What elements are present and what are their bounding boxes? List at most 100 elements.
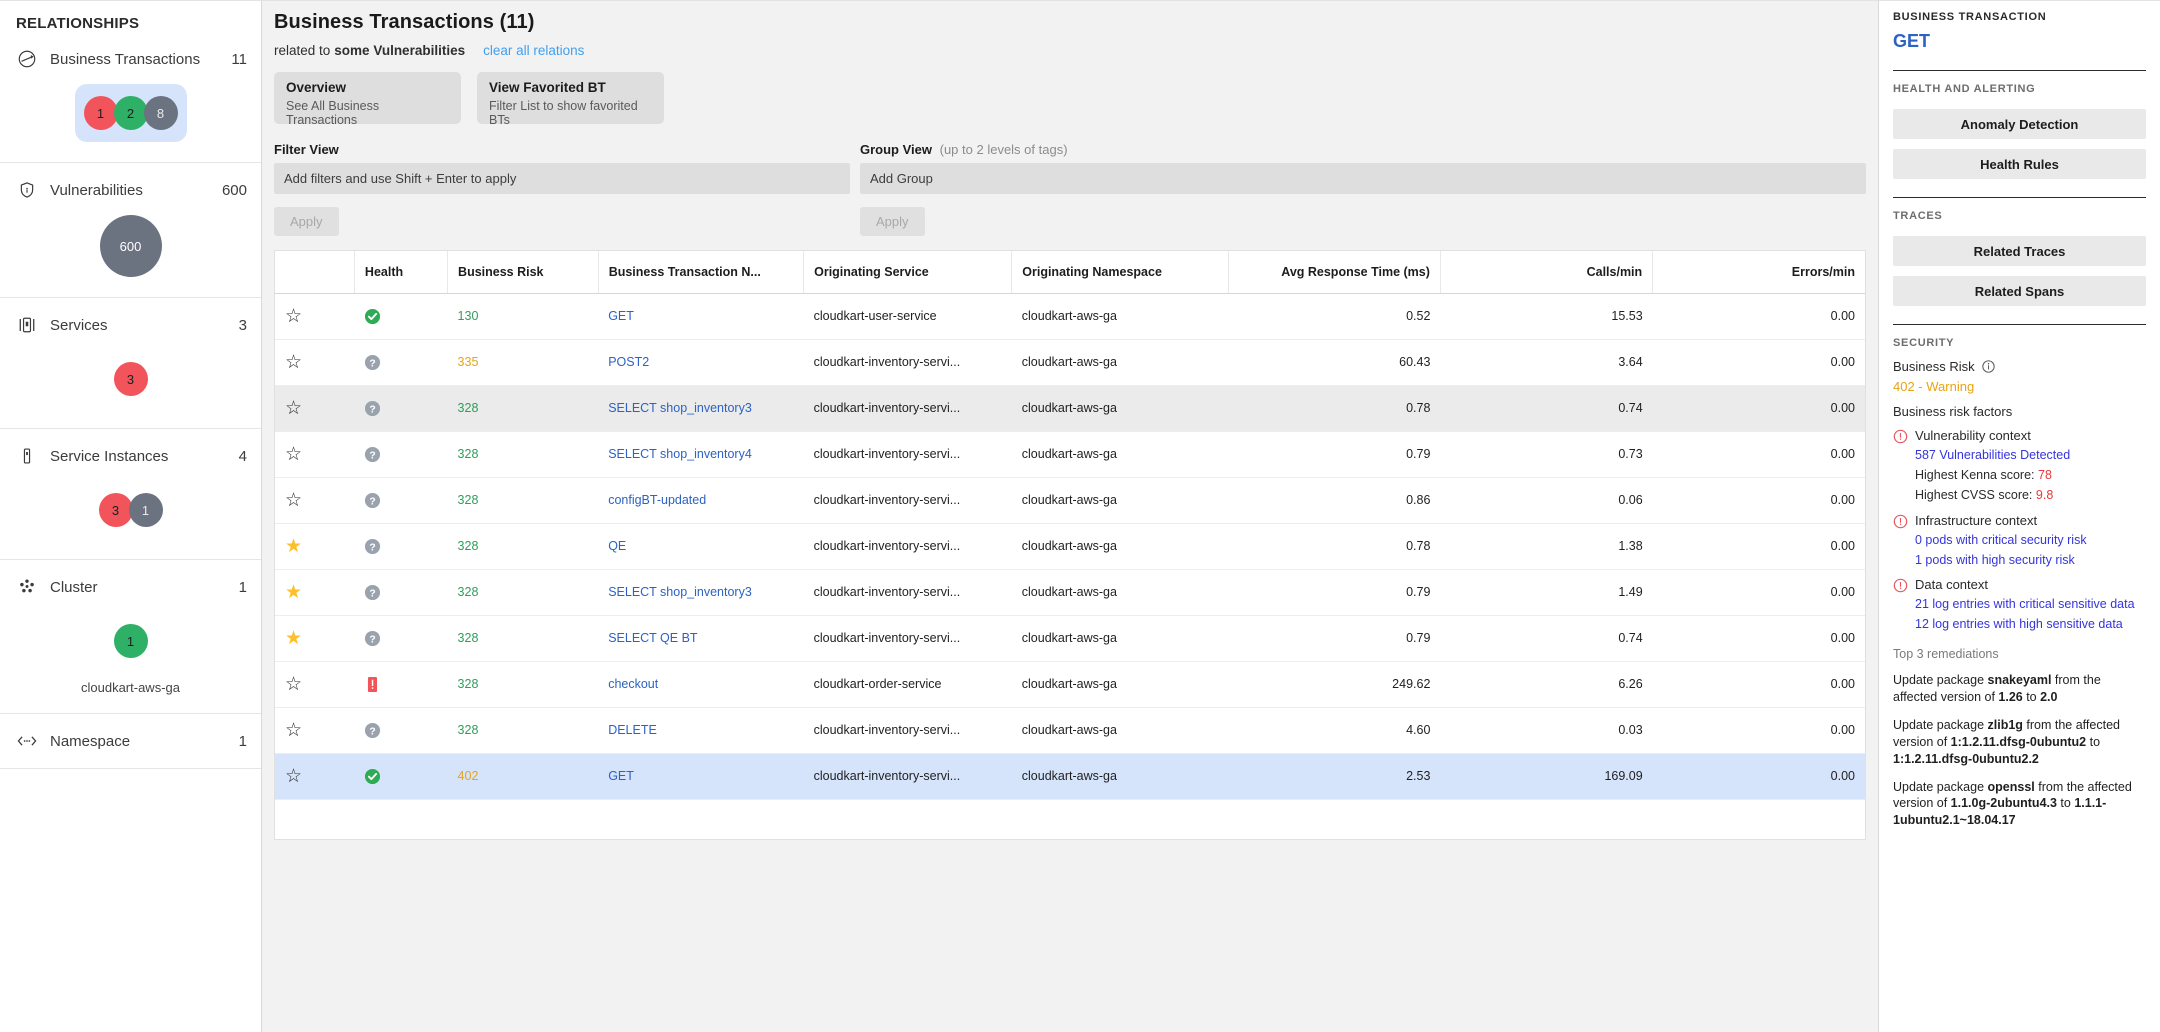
- calls-per-min-cell: 0.73: [1440, 431, 1653, 478]
- risk-context-link[interactable]: 587 Vulnerabilities Detected: [1915, 447, 2146, 464]
- business-risk-value: 328: [457, 401, 479, 415]
- table-row[interactable]: ☆? 335 POST2 cloudkart-inventory-servi... cl…: [275, 339, 1865, 386]
- sidebar-group-cluster[interactable]: Cluster 1 1 cloudkart-aws-ga: [0, 560, 261, 714]
- bt-name-link[interactable]: GET: [608, 309, 634, 323]
- details-panel: BUSINESS TRANSACTION GET HEALTH AND ALER…: [1878, 0, 2160, 1032]
- action-card-overview[interactable]: Overview See All Business Transactions: [274, 72, 461, 127]
- divider: [1893, 324, 2146, 325]
- favorite-cell: ☆: [275, 339, 355, 386]
- action-card-view-favorited-bt[interactable]: View Favorited BT Filter List to show fav…: [477, 72, 664, 127]
- favorite-star-icon[interactable]: ★: [285, 537, 302, 556]
- traces-related-spans-button[interactable]: Related Spans: [1893, 276, 2146, 306]
- column-header-calls-min[interactable]: Calls/min: [1440, 251, 1654, 294]
- sidebar-bubble[interactable]: 3: [98, 493, 133, 527]
- group-apply-button[interactable]: Apply: [860, 207, 925, 236]
- bt-name-link[interactable]: SELECT shop_inventory3: [608, 585, 752, 599]
- favorite-star-icon[interactable]: ☆: [285, 721, 302, 740]
- clear-all-relations-link[interactable]: clear all relations: [483, 43, 584, 58]
- sidebar-bubble[interactable]: 2: [113, 96, 148, 130]
- health-unknown-icon: ?: [365, 354, 381, 370]
- sidebar-group-header[interactable]: Services 3: [0, 298, 261, 336]
- sidebar-bubble[interactable]: 1: [128, 493, 163, 527]
- sidebar-bubble[interactable]: 1: [113, 624, 148, 658]
- column-header-favorite[interactable]: [275, 251, 355, 294]
- sidebar-group-service-instances[interactable]: Service Instances 4 3 1: [0, 429, 261, 560]
- table-row[interactable]: ☆? 328 SELECT shop_inventory4 cloudkart-inv…: [275, 431, 1865, 478]
- column-header-originating-service[interactable]: Originating Service: [803, 251, 1013, 294]
- traces-related-traces-button[interactable]: Related Traces: [1893, 236, 2146, 266]
- sidebar-group-namespace[interactable]: Namespace 1: [0, 714, 261, 769]
- table-row[interactable]: ★? 328 SELECT shop_inventory3 cloudkart-inv…: [275, 569, 1865, 616]
- sidebar-bubble-group[interactable]: 31: [0, 481, 261, 539]
- sidebar-group-header[interactable]: Namespace 1: [0, 714, 261, 752]
- filter-view-input[interactable]: Add filters and use Shift + Enter to app…: [274, 163, 850, 194]
- column-header-health[interactable]: Health: [354, 251, 449, 294]
- favorite-star-icon[interactable]: ★: [285, 583, 302, 602]
- info-icon[interactable]: [1981, 360, 1995, 373]
- column-header-business-risk[interactable]: Business Risk: [447, 251, 599, 294]
- sidebar-bubble[interactable]: 1: [83, 96, 118, 130]
- business-risk-value: 130: [457, 309, 479, 323]
- svg-text:?: ?: [370, 588, 376, 599]
- sidebar-group-header[interactable]: Cluster 1: [0, 560, 261, 598]
- favorite-star-icon[interactable]: ☆: [285, 399, 302, 418]
- sidebar-bubble[interactable]: 8: [143, 96, 178, 130]
- table-row[interactable]: ☆? 328 configBT-updated cloudkart-inventory…: [275, 477, 1865, 524]
- table-row[interactable]: ☆? 328 DELETE cloudkart-inventory-servi... c…: [275, 707, 1865, 754]
- risk-context-link[interactable]: 21 log entries with critical sensitive d…: [1915, 596, 2146, 613]
- bt-name-cell: GET: [598, 753, 804, 800]
- sidebar-group-header[interactable]: Business Transactions 11: [0, 32, 261, 70]
- service-instance-icon: [16, 445, 38, 467]
- bt-name-link[interactable]: SELECT QE BT: [608, 631, 697, 645]
- bt-name-link[interactable]: DELETE: [608, 723, 657, 737]
- sidebar-bubble-group[interactable]: 128: [74, 84, 187, 142]
- filter-apply-button[interactable]: Apply: [274, 207, 339, 236]
- sidebar-bubble[interactable]: 600: [99, 215, 162, 277]
- sidebar-bubble-group[interactable]: 3: [0, 350, 261, 408]
- risk-context-link[interactable]: 12 log entries with high sensitive data: [1915, 616, 2146, 633]
- favorite-star-icon[interactable]: ☆: [285, 491, 302, 510]
- details-title[interactable]: GET: [1893, 31, 2146, 52]
- table-row[interactable]: ☆ 130 GET cloudkart-user-service cloudkart-a…: [275, 293, 1865, 340]
- group-view-input[interactable]: Add Group: [860, 163, 1866, 194]
- sidebar-group-vulnerabilities[interactable]: Vulnerabilities 600 600: [0, 163, 261, 298]
- bt-name-link[interactable]: SELECT shop_inventory3: [608, 401, 752, 415]
- sidebar-group-header[interactable]: Vulnerabilities 600: [0, 163, 261, 201]
- health-button-group: Anomaly Detection Health Rules: [1893, 99, 2146, 179]
- favorite-star-icon[interactable]: ☆: [285, 353, 302, 372]
- sidebar-bubble-group[interactable]: 1: [0, 612, 261, 670]
- favorite-star-icon[interactable]: ☆: [285, 445, 302, 464]
- remediation-to-label: to: [2056, 796, 2075, 811]
- sidebar-group-services[interactable]: Services 3 3: [0, 298, 261, 429]
- favorite-star-icon[interactable]: ★: [285, 629, 302, 648]
- column-header-avg-response-time-ms[interactable]: Avg Response Time (ms): [1228, 251, 1441, 294]
- health-anomaly-detection-button[interactable]: Anomaly Detection: [1893, 109, 2146, 139]
- bt-name-link[interactable]: checkout: [608, 677, 658, 691]
- table-row[interactable]: ★? 328 SELECT QE BT cloudkart-inventory-ser…: [275, 615, 1865, 662]
- sidebar-group-header[interactable]: Service Instances 4: [0, 429, 261, 467]
- sidebar-group-business-transactions[interactable]: Business Transactions 11 1 2 8: [0, 32, 261, 163]
- favorite-star-icon[interactable]: ☆: [285, 675, 302, 694]
- table-row[interactable]: ☆ 328 checkout cloudkart-order-service cloud…: [275, 661, 1865, 708]
- bt-name-link[interactable]: QE: [608, 539, 626, 553]
- column-header-errors-min[interactable]: Errors/min: [1652, 251, 1865, 294]
- health-health-rules-button[interactable]: Health Rules: [1893, 149, 2146, 179]
- favorite-star-icon[interactable]: ☆: [285, 307, 302, 326]
- originating-service-cell: cloudkart-inventory-servi...: [803, 569, 1012, 616]
- table-row[interactable]: ★? 328 QE cloudkart-inventory-servi... cloud…: [275, 523, 1865, 570]
- bt-name-link[interactable]: GET: [608, 769, 634, 783]
- bt-name-link[interactable]: configBT-updated: [608, 493, 706, 507]
- avg-response-time-cell: 0.79: [1228, 569, 1441, 616]
- bt-name-link[interactable]: POST2: [608, 355, 649, 369]
- column-header-business-transaction-n[interactable]: Business Transaction N...: [598, 251, 805, 294]
- risk-context-link[interactable]: 0 pods with critical security risk: [1915, 532, 2146, 549]
- column-header-originating-namespace[interactable]: Originating Namespace: [1011, 251, 1229, 294]
- risk-context-link[interactable]: 1 pods with high security risk: [1915, 552, 2146, 569]
- table-row[interactable]: ☆ 402 GET cloudkart-inventory-servi... cloud…: [275, 753, 1865, 800]
- sidebar-bubble-group[interactable]: 600: [0, 215, 261, 277]
- bt-name-link[interactable]: SELECT shop_inventory4: [608, 447, 752, 461]
- sidebar-bubble[interactable]: 3: [113, 362, 148, 396]
- table-row[interactable]: ☆? 328 SELECT shop_inventory3 cloudkart-inv…: [275, 385, 1865, 432]
- alert-icon: [1893, 429, 1908, 444]
- favorite-star-icon[interactable]: ☆: [285, 767, 302, 786]
